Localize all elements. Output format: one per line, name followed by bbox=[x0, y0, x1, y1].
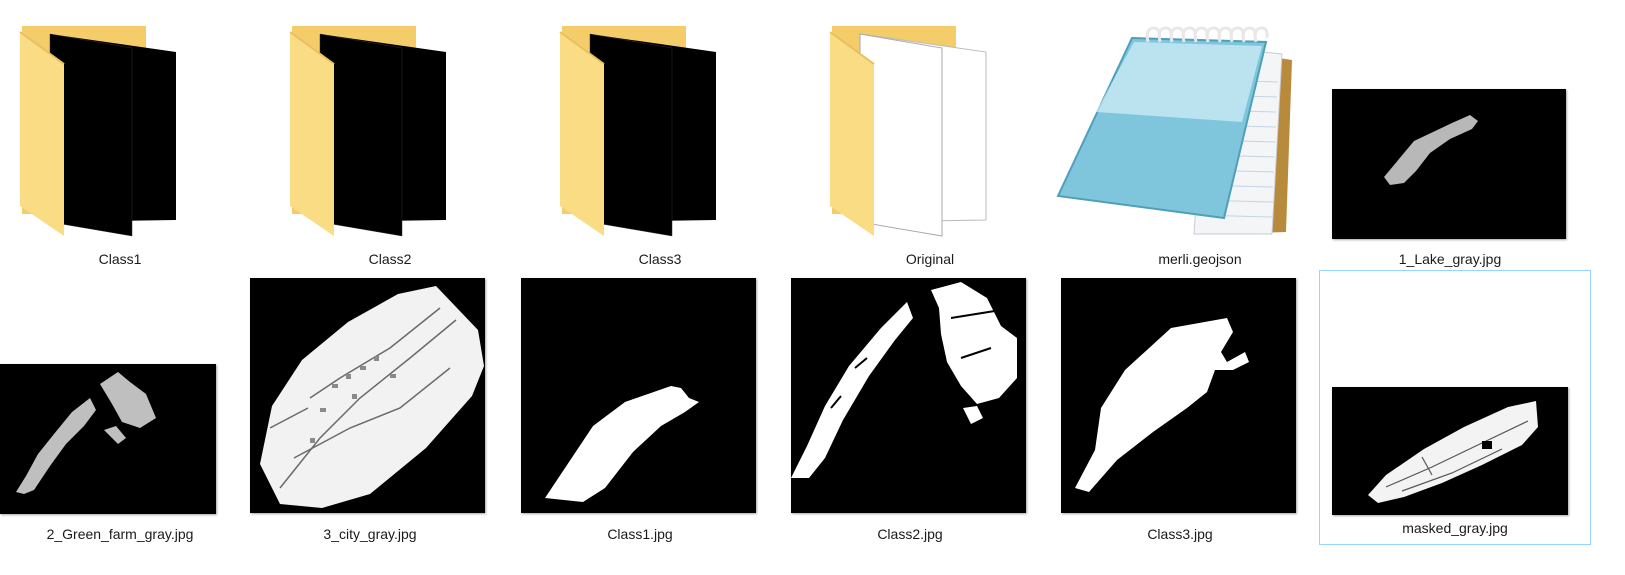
image-item-masked-gray[interactable]: masked_gray.jpg bbox=[1319, 270, 1591, 545]
item-label: 2_Green_farm_gray.jpg bbox=[46, 526, 194, 542]
item-label: Class3.jpg bbox=[1147, 526, 1213, 542]
image-item-2-green-farm-gray[interactable]: 2_Green_farm_gray.jpg bbox=[0, 275, 240, 550]
folder-icon bbox=[288, 24, 453, 239]
image-thumbnail bbox=[250, 278, 485, 513]
image-item-class2[interactable]: Class2.jpg bbox=[790, 275, 1030, 550]
image-thumbnail bbox=[0, 364, 216, 514]
item-label: Class3 bbox=[638, 251, 682, 267]
item-label: merli.geojson bbox=[1158, 251, 1242, 267]
folder-icon bbox=[18, 24, 183, 239]
item-label: Class2.jpg bbox=[877, 526, 943, 542]
folder-item-class1[interactable]: Class1 bbox=[0, 0, 240, 275]
image-thumbnail bbox=[1332, 89, 1566, 239]
notepad-icon bbox=[1056, 20, 1296, 242]
item-label: Class1.jpg bbox=[607, 526, 673, 542]
item-label: 1_Lake_gray.jpg bbox=[1398, 251, 1502, 267]
folder-item-original[interactable]: Original bbox=[810, 0, 1050, 275]
image-thumbnail bbox=[791, 278, 1026, 513]
image-item-3-city-gray[interactable]: 3_city_gray.jpg bbox=[250, 275, 490, 550]
image-item-1-lake-gray[interactable]: 1_Lake_gray.jpg bbox=[1330, 0, 1570, 275]
folder-icon bbox=[558, 24, 723, 239]
image-thumbnail bbox=[521, 278, 756, 513]
image-thumbnail bbox=[1061, 278, 1296, 513]
item-label: Class1 bbox=[98, 251, 142, 267]
item-label: Original bbox=[905, 251, 955, 267]
image-item-class3[interactable]: Class3.jpg bbox=[1060, 275, 1300, 550]
explorer-file-view: { "items": [ {"label": "Class1", "kind":… bbox=[0, 0, 1625, 575]
image-item-class1[interactable]: Class1.jpg bbox=[520, 275, 760, 550]
image-thumbnail bbox=[1332, 387, 1568, 515]
folder-item-class2[interactable]: Class2 bbox=[270, 0, 510, 275]
file-item-merli-geojson[interactable]: merli.geojson bbox=[1056, 0, 1320, 275]
folder-icon bbox=[828, 24, 993, 239]
item-label: 3_city_gray.jpg bbox=[323, 526, 417, 542]
item-label: Class2 bbox=[368, 251, 412, 267]
folder-item-class3[interactable]: Class3 bbox=[540, 0, 780, 275]
item-label: masked_gray.jpg bbox=[1402, 520, 1508, 536]
